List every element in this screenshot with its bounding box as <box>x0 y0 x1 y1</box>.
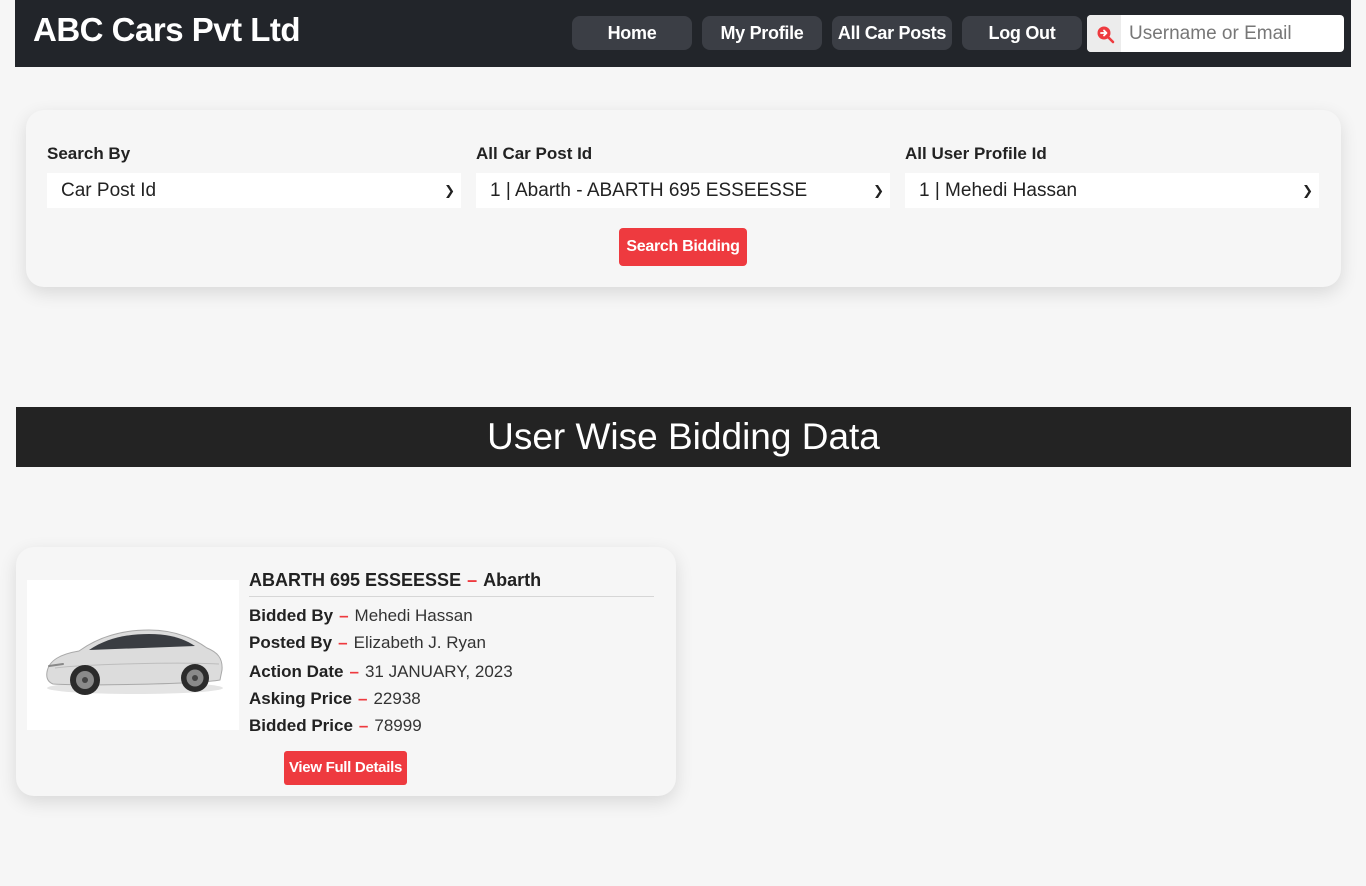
chevron-down-icon: ❯ <box>1302 183 1313 198</box>
car-post-id-select[interactable]: 1 | Abarth - ABARTH 695 ESSEESSE ❯ <box>476 173 890 208</box>
posted-by-label: Posted By <box>249 633 333 652</box>
bidded-price-value: 78999 <box>374 716 422 735</box>
user-profile-id-label: All User Profile Id <box>905 144 1047 163</box>
asking-price-label: Asking Price <box>249 689 352 708</box>
nav-log-out-button[interactable]: Log Out <box>962 16 1082 50</box>
search-bidding-button[interactable]: Search Bidding <box>619 228 747 266</box>
bid-card: ABARTH 695 ESSEESSE – Abarth Bidded By – Meh… <box>16 547 676 796</box>
asking-price-value: 22938 <box>373 689 421 708</box>
search-by-select[interactable]: Car Post Id ❯ <box>47 173 461 208</box>
action-date-label: Action Date <box>249 662 344 681</box>
car-model: ABARTH 695 ESSEESSE <box>249 570 462 590</box>
bidding-filter-panel: Search By Car Post Id ❯ All Car Post Id … <box>26 110 1341 287</box>
user-profile-id-select[interactable]: 1 | Mehedi Hassan ❯ <box>905 173 1319 208</box>
bidded-by-value: Mehedi Hassan <box>354 606 473 625</box>
bidded-by-label: Bidded By <box>249 606 334 625</box>
action-date-row: Action Date –31 JANUARY, 2023 <box>249 662 513 681</box>
search-arrow-icon[interactable] <box>1087 15 1121 52</box>
bidded-price-label: Bidded Price <box>249 716 353 735</box>
brand-title[interactable]: ABC Cars Pvt Ltd <box>33 11 301 49</box>
nav-home-button[interactable]: Home <box>572 16 692 50</box>
bidded-price-row: Bidded Price –78999 <box>249 716 422 735</box>
car-image <box>27 580 239 730</box>
search-by-selected-value: Car Post Id <box>61 180 157 201</box>
chevron-down-icon: ❯ <box>444 183 455 198</box>
posted-by-value: Elizabeth J. Ryan <box>353 633 486 652</box>
car-title: ABARTH 695 ESSEESSE – Abarth <box>249 570 654 597</box>
user-search-box <box>1087 15 1344 52</box>
chevron-down-icon: ❯ <box>873 183 884 198</box>
search-input[interactable] <box>1123 15 1338 52</box>
car-make: Abarth <box>483 570 542 590</box>
car-post-id-selected-value: 1 | Abarth - ABARTH 695 ESSEESSE <box>490 180 808 201</box>
nav-all-car-posts-button[interactable]: All Car Posts <box>832 16 952 50</box>
search-by-label: Search By <box>47 144 131 163</box>
top-navbar: ABC Cars Pvt Ltd Home My Profile All Car… <box>15 0 1351 67</box>
nav-my-profile-button[interactable]: My Profile <box>702 16 822 50</box>
posted-by-row: Posted By – Elizabeth J. Ryan <box>249 633 486 652</box>
section-title: User Wise Bidding Data <box>16 407 1351 467</box>
user-profile-id-selected-value: 1 | Mehedi Hassan <box>919 180 1078 201</box>
action-date-value: 31 JANUARY, 2023 <box>364 662 513 681</box>
bidded-by-row: Bidded By – Mehedi Hassan <box>249 606 473 625</box>
asking-price-row: Asking Price –22938 <box>249 689 421 708</box>
car-post-id-label: All Car Post Id <box>476 144 593 163</box>
view-full-details-button[interactable]: View Full Details <box>284 751 407 785</box>
